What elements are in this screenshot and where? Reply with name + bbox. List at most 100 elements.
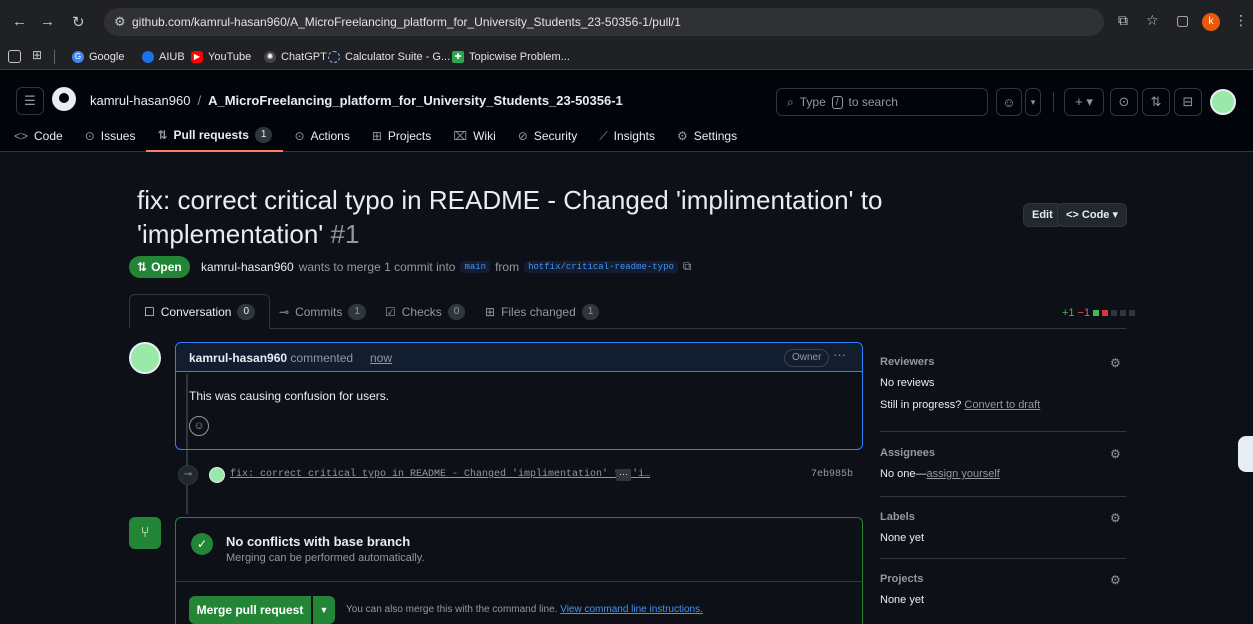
- code-dropdown-button[interactable]: <> Code ▾: [1057, 203, 1128, 227]
- address-bar[interactable]: ⚙ github.com/kamrul-hasan960/A_MicroFree…: [104, 8, 1104, 36]
- tab-pull-requests[interactable]: ⇅ Pull requests 1: [146, 120, 284, 152]
- tab-actions[interactable]: ⊙ Actions: [283, 120, 360, 152]
- head-branch-label[interactable]: hotfix/critical-readme-typo: [524, 260, 678, 273]
- pr-state-badge: ⇅ Open: [129, 256, 190, 278]
- comment-timestamp[interactable]: now: [370, 351, 392, 365]
- tab-security[interactable]: ⊘ Security: [507, 120, 588, 152]
- profile-avatar[interactable]: k: [1202, 13, 1220, 31]
- copilot-dropdown-icon[interactable]: ▾: [1025, 88, 1041, 116]
- merge-summary: kamrul-hasan960 wants to merge 1 commit …: [201, 259, 691, 274]
- projects-title[interactable]: Projects: [880, 573, 923, 585]
- assign-yourself-link[interactable]: assign yourself: [926, 468, 999, 480]
- bookmarks-divider: [54, 50, 55, 64]
- diffstat-neutral-block: [1111, 310, 1118, 316]
- tab-commits[interactable]: ⊸ Commits 1: [279, 295, 366, 329]
- bookmark-youtube[interactable]: ▶ YouTube: [191, 48, 251, 66]
- commit-author-avatar[interactable]: [209, 467, 225, 483]
- tab-files-changed[interactable]: ⊞ Files changed 1: [485, 295, 600, 329]
- bookmark-aiub[interactable]: AIUB: [142, 48, 185, 66]
- github-logo-icon[interactable]: [52, 87, 76, 111]
- bookmark-google[interactable]: G Google: [72, 48, 124, 66]
- tab-label: Projects: [387, 129, 432, 143]
- reload-icon[interactable]: ↻: [72, 13, 85, 31]
- code-icon: <>: [14, 129, 29, 143]
- search-input[interactable]: ⌕ Type / to search: [776, 88, 988, 116]
- tab-checks[interactable]: ☑ Checks 0: [385, 295, 466, 329]
- code-icon: <>: [1066, 209, 1079, 221]
- reviewers-title[interactable]: Reviewers: [880, 356, 934, 368]
- bookmark-chatgpt[interactable]: ✺ ChatGPT: [264, 48, 327, 66]
- tab-label: Settings: [693, 129, 738, 143]
- issues-icon[interactable]: ⊙: [1110, 88, 1138, 116]
- tab-label: Checks: [401, 305, 442, 319]
- code-button-label: Code: [1081, 209, 1110, 221]
- play-icon: ⊙: [294, 129, 305, 143]
- comment-author-avatar[interactable]: [129, 342, 161, 374]
- site-info-icon[interactable]: ⚙: [114, 14, 126, 30]
- floating-extension-handle[interactable]: [1238, 436, 1253, 472]
- assignees-title[interactable]: Assignees: [880, 447, 935, 459]
- edit-title-button[interactable]: Edit: [1023, 203, 1062, 227]
- back-icon[interactable]: ←: [12, 13, 27, 30]
- sidebar-divider: [880, 431, 1126, 432]
- book-icon: ⌧: [453, 129, 468, 143]
- bookmark-calculator-suite[interactable]: Calculator Suite - G...: [328, 48, 450, 66]
- base-branch-label[interactable]: main: [460, 260, 491, 273]
- smiley-icon[interactable]: ☺: [189, 416, 209, 436]
- tab-insights[interactable]: ⟋ Insights: [588, 120, 666, 152]
- commit-row: ⊸ fix: correct critical typo in README -…: [175, 465, 863, 485]
- table-icon: ⊞: [371, 129, 382, 143]
- install-app-icon[interactable]: ⧉: [1118, 12, 1128, 29]
- labels-title[interactable]: Labels: [880, 511, 915, 523]
- tab-label: Security: [533, 129, 578, 143]
- commit-expand-button[interactable]: ···: [616, 469, 631, 481]
- commit-sha-link[interactable]: 7eb985b: [811, 469, 853, 480]
- apps-grid-icon[interactable]: ⊞: [32, 48, 42, 62]
- tab-settings[interactable]: ⚙ Settings: [666, 120, 748, 152]
- more-options-icon[interactable]: ···: [833, 347, 846, 362]
- pr-title: fix: correct critical typo in README - C…: [137, 183, 957, 251]
- aiub-icon: [142, 51, 154, 63]
- copilot-icon[interactable]: ☺: [996, 88, 1022, 116]
- bookmark-topicwise[interactable]: ✚ Topicwise Problem...: [452, 48, 570, 66]
- comment-author: kamrul-hasan960 commented: [189, 351, 353, 365]
- sidebar-divider: [880, 558, 1126, 559]
- hamburger-menu-icon[interactable]: ☰: [16, 87, 44, 115]
- merge-text-from: from: [495, 259, 520, 274]
- pull-requests-icon[interactable]: ⇅: [1142, 88, 1170, 116]
- diffstat-added-block: [1093, 310, 1100, 316]
- forward-icon[interactable]: →: [40, 13, 55, 30]
- author-link[interactable]: kamrul-hasan960: [201, 260, 294, 274]
- create-new-icon[interactable]: + ▾: [1064, 88, 1104, 116]
- tab-code[interactable]: <> Code: [0, 120, 74, 152]
- commit-message-link[interactable]: fix: correct critical typo in README - C…: [230, 469, 650, 480]
- merge-method-dropdown[interactable]: ▼: [313, 596, 335, 624]
- convert-to-draft-link[interactable]: Convert to draft: [964, 399, 1040, 411]
- inbox-icon[interactable]: ⊟: [1174, 88, 1202, 116]
- copy-icon[interactable]: ⧉: [683, 259, 692, 274]
- assignees-value: No one—assign yourself: [880, 468, 1000, 480]
- gear-icon[interactable]: ⚙: [1110, 356, 1121, 370]
- chrome-menu-icon[interactable]: ⋮: [1234, 12, 1248, 29]
- command-line-instructions-link[interactable]: View command line instructions.: [560, 604, 703, 615]
- merge-pull-request-button[interactable]: Merge pull request: [189, 596, 311, 624]
- repo-name-link[interactable]: A_MicroFreelancing_platform_for_Universi…: [208, 93, 623, 108]
- tab-conversation[interactable]: ☐ Conversation 0: [129, 294, 271, 329]
- gear-icon: ⚙: [676, 129, 688, 143]
- bookmark-star-icon[interactable]: ☆: [1146, 12, 1159, 29]
- bookmark-label: YouTube: [208, 51, 252, 63]
- tab-search-icon[interactable]: [8, 50, 21, 63]
- commit-icon: ⊸: [279, 305, 290, 319]
- gear-icon[interactable]: ⚙: [1110, 573, 1121, 587]
- tab-issues[interactable]: ⊙ Issues: [74, 120, 147, 152]
- extensions-icon[interactable]: ▢: [1176, 12, 1189, 29]
- gear-icon[interactable]: ⚙: [1110, 511, 1121, 525]
- comment-author-link[interactable]: kamrul-hasan960: [189, 351, 287, 365]
- tab-projects[interactable]: ⊞ Projects: [361, 120, 442, 152]
- diffstat-neutral-block: [1120, 310, 1127, 316]
- repo-owner-link[interactable]: kamrul-hasan960: [90, 93, 190, 108]
- gear-icon[interactable]: ⚙: [1110, 447, 1121, 461]
- tab-wiki[interactable]: ⌧ Wiki: [442, 120, 507, 152]
- shield-icon: ⊘: [517, 129, 528, 143]
- user-avatar[interactable]: [1210, 89, 1236, 115]
